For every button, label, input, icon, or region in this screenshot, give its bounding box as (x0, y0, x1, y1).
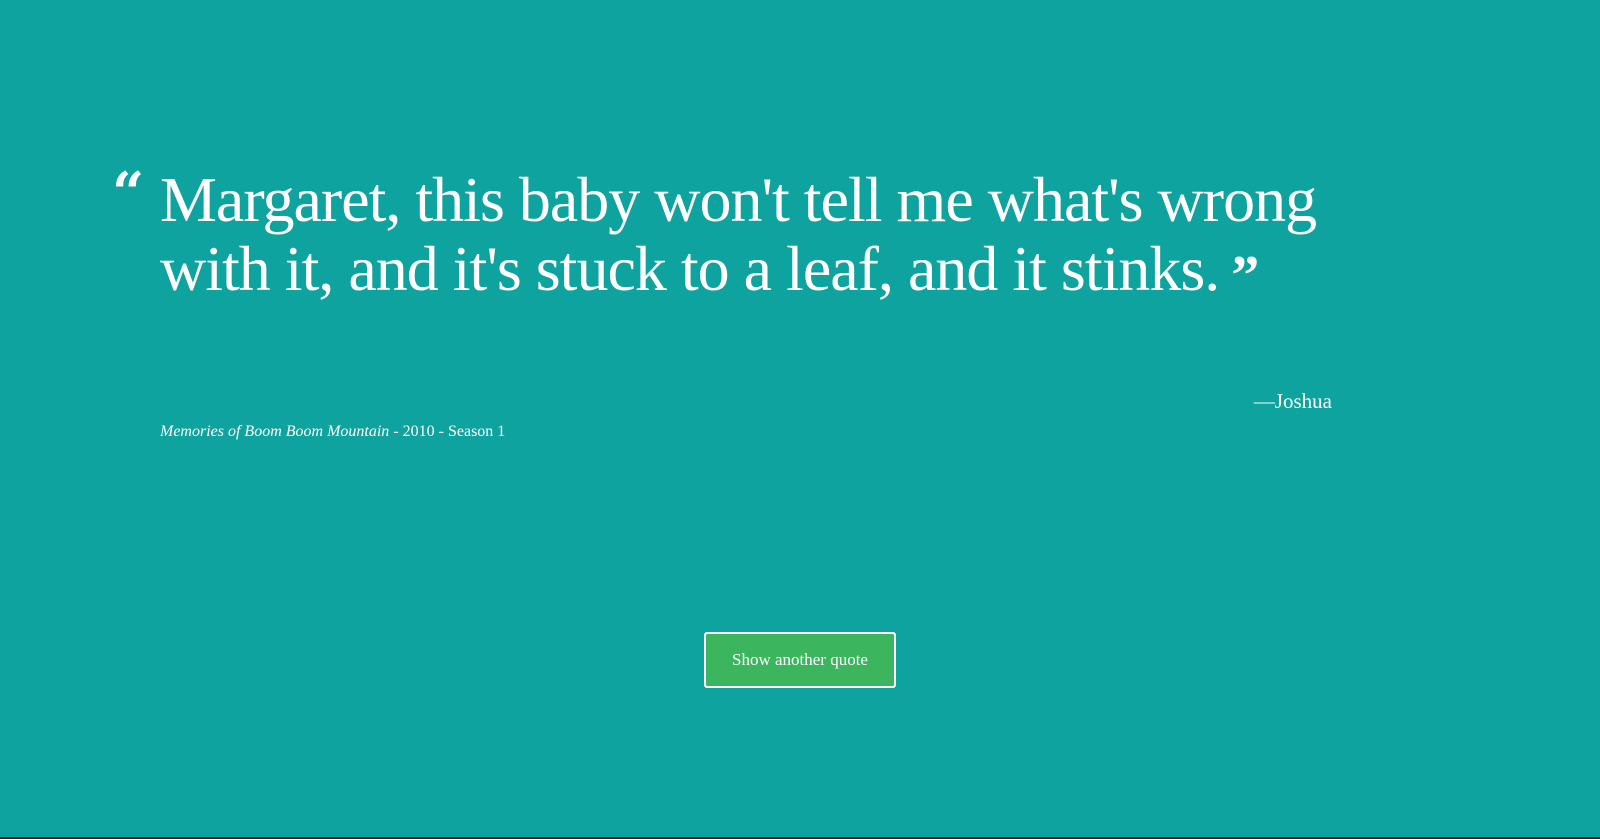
show-another-quote-button[interactable]: Show another quote (704, 632, 896, 688)
open-quote-icon: “ (112, 160, 145, 226)
episode-title: Memories of Boom Boom Mountain (160, 423, 390, 440)
quote-source: Memories of Boom Boom Mountain - 2010 - … (160, 423, 505, 441)
quote-page: “ Margaret, this baby won't tell me what… (0, 0, 1600, 839)
close-quote-icon: ” (1231, 245, 1259, 307)
episode-details: - 2010 - Season 1 (389, 423, 506, 440)
quote-author: —Joshua (1253, 389, 1332, 413)
quote-text-container: Margaret, this baby won't tell me what's… (160, 164, 1410, 307)
quote-text: Margaret, this baby won't tell me what's… (160, 164, 1317, 304)
button-wrapper: Show another quote (704, 632, 896, 688)
